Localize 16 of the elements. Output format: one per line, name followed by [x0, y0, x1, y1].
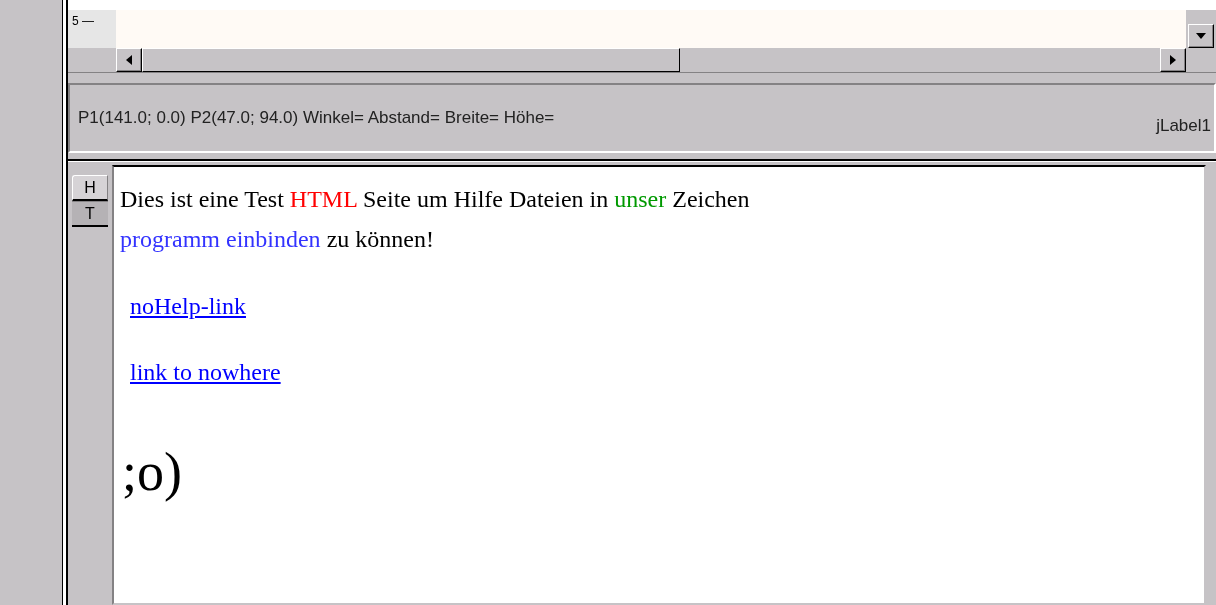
coordinates-text: P1(141.0; 0.0) P2(47.0; 94.0) Winkel= Abstand= Breite= Höhe=: [78, 108, 555, 128]
down-arrow-icon: [1196, 33, 1206, 39]
scrollbar-thumb[interactable]: [142, 48, 680, 72]
help-link[interactable]: noHelp-link: [130, 287, 246, 325]
left-arrow-icon: [126, 55, 132, 65]
scroll-left-button[interactable]: [116, 48, 142, 72]
ruler-label: 5 —: [68, 10, 116, 48]
status-label: jLabel1: [1156, 115, 1211, 136]
help-paragraph: Dies ist eine Test HTML Seite um Hilfe Dateien in unser Zeichen programm einbinden zu können!: [120, 185, 751, 254]
side-tab[interactable]: T: [72, 201, 108, 227]
scroll-down-button[interactable]: [1188, 24, 1214, 48]
scroll-right-button[interactable]: [1160, 48, 1186, 72]
smiley-text: ;o): [122, 441, 182, 503]
right-arrow-icon: [1170, 55, 1176, 65]
help-link[interactable]: link to nowhere: [130, 353, 281, 391]
side-tab[interactable]: H: [72, 175, 108, 201]
